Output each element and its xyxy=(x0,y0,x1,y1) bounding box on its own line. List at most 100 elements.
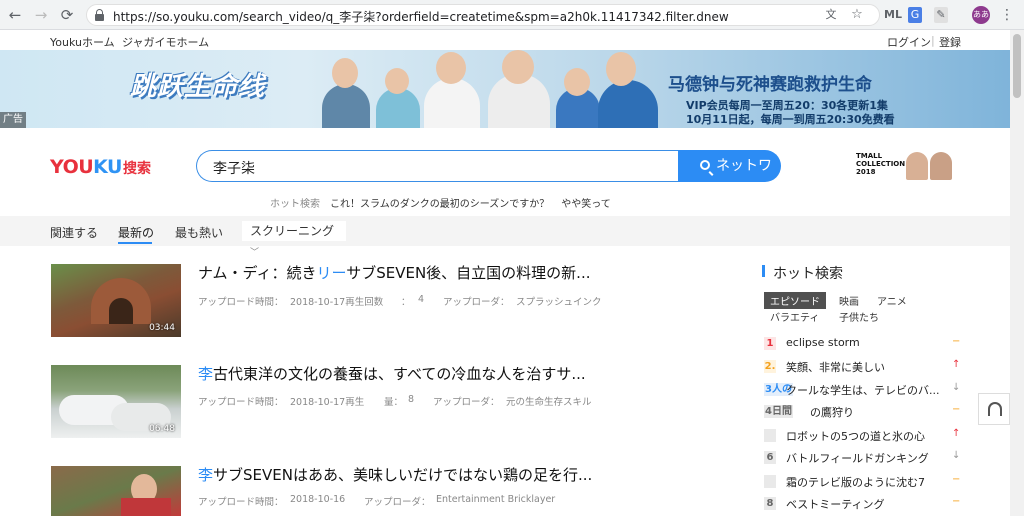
uploader-link[interactable]: Entertainment Bricklayer xyxy=(436,494,555,505)
ad-figure-head xyxy=(564,68,590,96)
hot-search-text: の鷹狩り xyxy=(810,406,854,419)
uploader-label: アップローダ： xyxy=(364,497,431,508)
tmall-figure xyxy=(930,152,952,180)
ad-figure-head xyxy=(502,50,534,84)
video-thumbnail[interactable]: 03:44 xyxy=(51,264,181,337)
translate-icon[interactable]: 文 xyxy=(824,7,838,23)
rank-badge: 1 xyxy=(764,337,776,350)
video-title[interactable]: 李サブSEVENはああ、美味しいだけではない鶏の足を行... xyxy=(198,464,592,485)
hot-search-item[interactable]: 2. 笑顔、非常に美しい ↑ xyxy=(764,358,960,376)
browser-menu-icon[interactable]: ⋮ xyxy=(1000,6,1014,24)
video-duration: 03:44 xyxy=(149,323,175,333)
page-scrollbar[interactable] xyxy=(1010,30,1024,516)
trend-up-icon: ↑ xyxy=(952,359,961,370)
hot-search-text: バトルフィールドガンキング xyxy=(786,452,929,465)
tab-newest[interactable]: 最新の xyxy=(118,224,154,241)
upload-label: アップロード時間： xyxy=(198,397,284,408)
title-highlight: リー xyxy=(316,264,347,282)
logo-ku: KU xyxy=(93,156,122,178)
back-icon[interactable]: ← xyxy=(6,6,24,24)
thumbnail-art xyxy=(109,298,133,324)
search-input[interactable]: 李子柒 xyxy=(196,150,680,182)
register-link[interactable]: 登録 xyxy=(939,34,961,50)
browser-toolbar: ← → ⟳ https://so.youku.com/search_video/… xyxy=(0,0,1024,30)
tab-hottest[interactable]: 最も熱い xyxy=(175,224,223,241)
hot-search-accent xyxy=(762,265,765,277)
hot-search-item[interactable]: 霜のテレビ版のように沈む7 − xyxy=(764,473,960,491)
category-movie[interactable]: 映画 xyxy=(839,293,859,308)
hot-search-item[interactable]: ロボットの5つの道と氷の心 ↑ xyxy=(764,427,960,445)
category-anime[interactable]: アニメ xyxy=(877,293,907,308)
tmall-promo[interactable]: TMALL COLLECTION 2018 xyxy=(856,152,952,180)
ad-title: 马德钟与死神赛跑救护生命 xyxy=(668,75,872,95)
video-thumbnail[interactable]: 06:48 xyxy=(51,365,181,438)
hot-search-text: eclipse storm xyxy=(786,336,860,349)
uploader-label: アップローダ： xyxy=(443,297,510,308)
trend-flat-icon: − xyxy=(952,496,961,507)
extension-ml-icon[interactable]: ML xyxy=(884,7,902,23)
ad-figure-head xyxy=(436,52,466,84)
upload-date: 2018-10-16 xyxy=(290,494,346,505)
trend-down-icon: ↓ xyxy=(952,450,961,461)
ad-figure-head xyxy=(385,68,409,94)
youku-logo[interactable]: YOUKU xyxy=(50,156,122,178)
potato-home-link[interactable]: ジャガイモホーム xyxy=(122,34,209,50)
hot-search-item[interactable]: 8 ベストミーティング − xyxy=(764,495,960,513)
scrollbar-thumb[interactable] xyxy=(1013,34,1021,98)
tab-related[interactable]: 関連する xyxy=(50,224,98,241)
login-link[interactable]: ログイン xyxy=(887,34,931,50)
trend-flat-icon: − xyxy=(952,404,961,415)
extension-translate-icon[interactable]: G xyxy=(908,7,922,23)
upload-date: 2018-10-17再生回数 xyxy=(290,297,384,308)
chevron-down-icon: ﹀ xyxy=(250,248,260,258)
address-bar[interactable]: https://so.youku.com/search_video/q_李子柒?… xyxy=(86,4,880,26)
upload-label: アップロード時間： xyxy=(198,297,284,308)
logo-you: YOU xyxy=(50,156,94,178)
ad-figure xyxy=(424,78,480,128)
star-icon[interactable]: ☆ xyxy=(850,7,864,23)
uploader-link[interactable]: 元の生命生存スキル xyxy=(506,394,592,408)
hot-search-link[interactable]: やや笑って xyxy=(561,199,611,210)
screening-dropdown[interactable]: スクリーニング ﹀ xyxy=(242,221,346,258)
ad-schedule-free: 10月11日起，每周一到周五20:30免费看 xyxy=(686,113,895,126)
hot-search-link[interactable]: これ！スラムのダンクの最初のシーズンですか？ xyxy=(330,199,549,210)
tmall-text: TMALL COLLECTION 2018 xyxy=(856,152,906,176)
category-kids[interactable]: 子供たち xyxy=(839,309,879,324)
trend-down-icon: ↓ xyxy=(952,382,961,393)
search-button-label: ネットワ xyxy=(716,158,772,174)
hot-search-item[interactable]: 6 バトルフィールドガンキング ↓ xyxy=(764,449,960,467)
video-thumbnail[interactable] xyxy=(51,466,181,516)
hot-search-text: ロボットの5つの道と氷の心 xyxy=(786,430,925,443)
ad-logo: 跳跃生命线 xyxy=(130,72,266,102)
category-variety[interactable]: バラエティ xyxy=(770,309,819,324)
search-button[interactable]: ネットワ xyxy=(678,150,781,182)
ad-figure-head xyxy=(606,52,636,86)
video-title[interactable]: 李古代東洋の文化の養蚕は、すべての冷血な人を治すサ... xyxy=(198,363,586,384)
hot-search-item[interactable]: 1 eclipse storm − xyxy=(764,335,960,353)
plays-label: ： xyxy=(401,297,411,308)
customer-service-button[interactable] xyxy=(978,393,1010,425)
hot-search-text: 笑顔、非常に美しい xyxy=(786,361,885,374)
forward-icon[interactable]: → xyxy=(32,6,50,24)
hot-search-item[interactable]: 3人の クールな学生は、テレビのバ... ↓ xyxy=(764,381,960,399)
extension-pdf-icon[interactable]: ✎ xyxy=(934,7,948,23)
hot-search-label: ホット検索 xyxy=(270,199,320,210)
category-episode[interactable]: エピソード xyxy=(764,292,826,309)
ad-figure xyxy=(376,88,420,128)
hot-search-text: クールな学生は、テレビのバ... xyxy=(786,384,940,397)
title-text: サブSEVEN後、自立国の料理の新... xyxy=(346,264,591,282)
reload-icon[interactable]: ⟳ xyxy=(58,6,76,24)
uploader-link[interactable]: スプラッシュインク xyxy=(516,294,602,308)
hot-search-item[interactable]: 4日間 の鷹狩り − xyxy=(764,403,960,421)
tmall-figure xyxy=(906,152,928,180)
ad-banner[interactable]: 跳跃生命线 马德钟与死神赛跑救护生命 VIP会员每周一至周五20：30各更新1集… xyxy=(0,50,1010,128)
plays-label: 量： xyxy=(384,397,404,408)
ad-figure xyxy=(322,84,370,128)
video-title[interactable]: ナム・ディ：続きリーサブSEVEN後、自立国の料理の新... xyxy=(198,262,590,283)
thumbnail-art xyxy=(121,498,171,516)
youku-home-link[interactable]: Youkuホーム xyxy=(50,34,115,50)
profile-avatar[interactable]: ああ xyxy=(972,6,990,24)
ad-badge: 广告 xyxy=(0,112,26,128)
play-count: 4 xyxy=(418,294,425,305)
logo-search-label: 搜索 xyxy=(123,161,151,177)
